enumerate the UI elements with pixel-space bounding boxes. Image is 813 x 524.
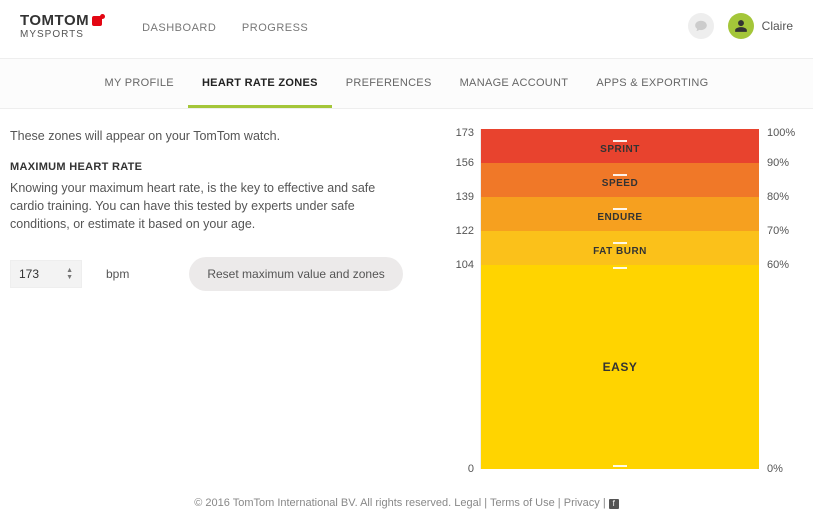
stepper-icon[interactable]: ▲▼	[66, 267, 73, 281]
footer: © 2016 TomTom International BV. All righ…	[0, 479, 813, 519]
tab-my-profile[interactable]: MY PROFILE	[91, 59, 188, 108]
bpm-unit: bpm	[106, 267, 129, 281]
footer-legal[interactable]: Legal	[454, 497, 481, 509]
zone-endure[interactable]: ENDURE	[481, 197, 759, 231]
chart-area: 1731561391221040 SPRINT SPEED ENDURE FAT BU…	[440, 129, 803, 469]
intro-text: These zones will appear on your TomTom w…	[10, 129, 430, 143]
tab-apps-exporting[interactable]: APPS & EXPORTING	[582, 59, 722, 108]
zone-fat-burn[interactable]: FAT BURN	[481, 231, 759, 265]
max-hr-input-wrapper: ▲▼	[10, 260, 82, 288]
bpm-tick: 122	[440, 197, 480, 231]
top-bar: TOMTOM MYSPORTS DASHBOARD PROGRESS Clair…	[0, 0, 813, 58]
footer-copyright: © 2016 TomTom International BV. All righ…	[194, 497, 451, 509]
footer-terms[interactable]: Terms of Use	[490, 497, 555, 509]
pct-tick: 0%	[767, 265, 803, 469]
bpm-axis: 1731561391221040	[440, 129, 480, 469]
zone-chart: SPRINT SPEED ENDURE FAT BURN EASY	[480, 129, 759, 469]
pct-tick: 60%	[767, 231, 803, 265]
pct-tick: 80%	[767, 163, 803, 197]
zone-label: SPEED	[602, 178, 638, 189]
pct-tick: 90%	[767, 129, 803, 163]
brand-main: TOMTOM	[20, 12, 89, 29]
tab-manage-account[interactable]: MANAGE ACCOUNT	[446, 59, 583, 108]
reset-button[interactable]: Reset maximum value and zones	[189, 257, 402, 291]
sub-nav-bar: MY PROFILE HEART RATE ZONES PREFERENCES …	[0, 58, 813, 109]
bpm-tick: 156	[440, 129, 480, 163]
brand-sub: MYSPORTS	[20, 29, 102, 40]
avatar-icon	[728, 13, 754, 39]
tab-heart-rate-zones[interactable]: HEART RATE ZONES	[188, 59, 332, 108]
bpm-tick: 0	[440, 265, 480, 469]
user-name: Claire	[762, 19, 793, 33]
zone-speed[interactable]: SPEED	[481, 163, 759, 197]
nav-progress[interactable]: PROGRESS	[242, 22, 308, 34]
chat-icon[interactable]	[688, 13, 714, 39]
user-menu[interactable]: Claire	[728, 13, 793, 39]
content: These zones will appear on your TomTom w…	[0, 109, 813, 479]
zone-label: EASY	[603, 360, 638, 374]
footer-privacy[interactable]: Privacy	[564, 497, 600, 509]
facebook-icon[interactable]: f	[609, 499, 619, 509]
brand-flag-icon	[92, 16, 102, 26]
percent-axis: 100%90%80%70%60%0%	[759, 129, 803, 469]
zone-label: SPRINT	[600, 144, 640, 155]
pct-tick: 70%	[767, 197, 803, 231]
tab-preferences[interactable]: PREFERENCES	[332, 59, 446, 108]
max-hr-input[interactable]	[19, 267, 55, 281]
nav-dashboard[interactable]: DASHBOARD	[142, 22, 216, 34]
zone-easy[interactable]: EASY	[481, 265, 759, 469]
bpm-tick: 104	[440, 231, 480, 265]
left-column: These zones will appear on your TomTom w…	[10, 129, 440, 469]
bpm-tick: 139	[440, 163, 480, 197]
mhr-description: Knowing your maximum heart rate, is the …	[10, 179, 390, 233]
zone-label: FAT BURN	[593, 246, 647, 257]
brand-logo[interactable]: TOMTOM MYSPORTS	[20, 12, 102, 40]
zone-sprint[interactable]: SPRINT	[481, 129, 759, 163]
zone-label: ENDURE	[597, 212, 642, 223]
primary-nav: DASHBOARD PROGRESS	[142, 19, 330, 34]
mhr-title: MAXIMUM HEART RATE	[10, 161, 430, 173]
